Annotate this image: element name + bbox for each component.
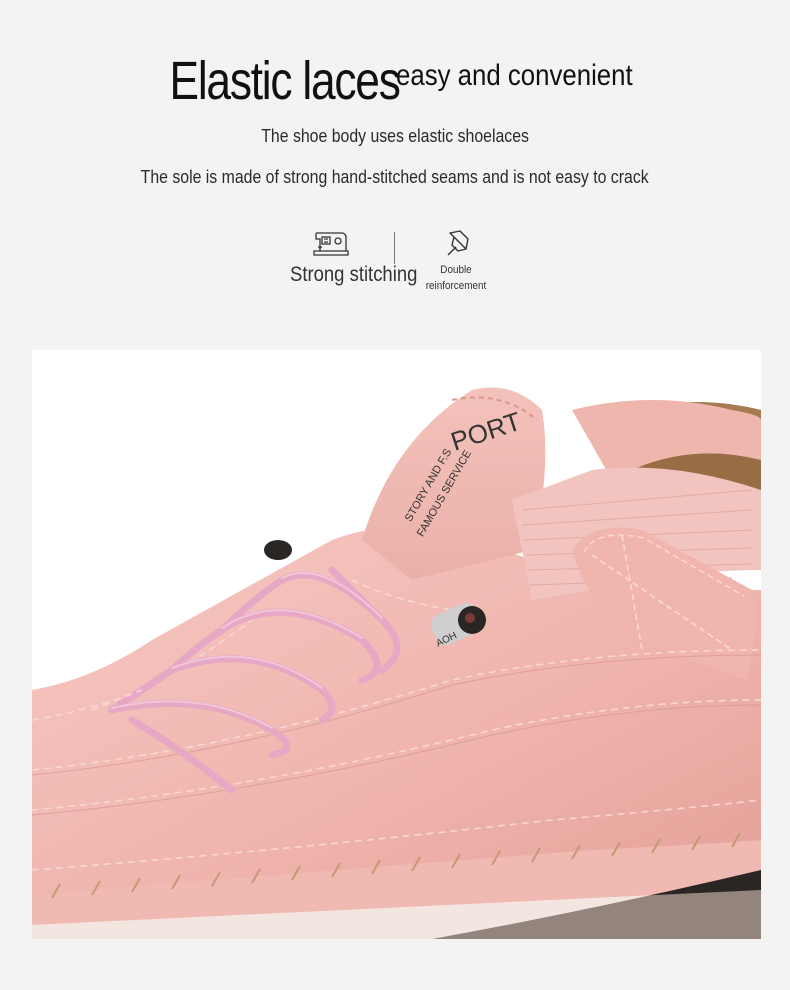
pink-sneaker-illustration: PORT STORY AND F.S FAMOUS SERVICE AOH: [32, 387, 761, 939]
lace-lock-left: [264, 540, 292, 560]
subtitle-elastic: The shoe body uses elastic shoelaces: [261, 126, 529, 146]
product-photo-pink-sneaker: PORT STORY AND F.S FAMOUS SERVICE AOH: [32, 350, 761, 939]
subtitle-sole: The sole is made of strong hand-stitched…: [140, 167, 650, 187]
feature-divider: [394, 232, 395, 264]
headline-main: Elastic laces: [169, 51, 400, 111]
feature-strip: Strong stitching Double reinforcement: [0, 225, 790, 305]
sewing-machine-icon: [313, 232, 349, 256]
feature-label-strong-stitching: Strong stitching: [290, 263, 418, 286]
headline-secondary: easy and convenient: [395, 59, 633, 92]
headline: Elastic laces easy and convenient: [0, 50, 790, 112]
pushpin-icon: [447, 230, 469, 256]
feature-label-double-reinforcement: Double reinforcement: [425, 264, 487, 292]
